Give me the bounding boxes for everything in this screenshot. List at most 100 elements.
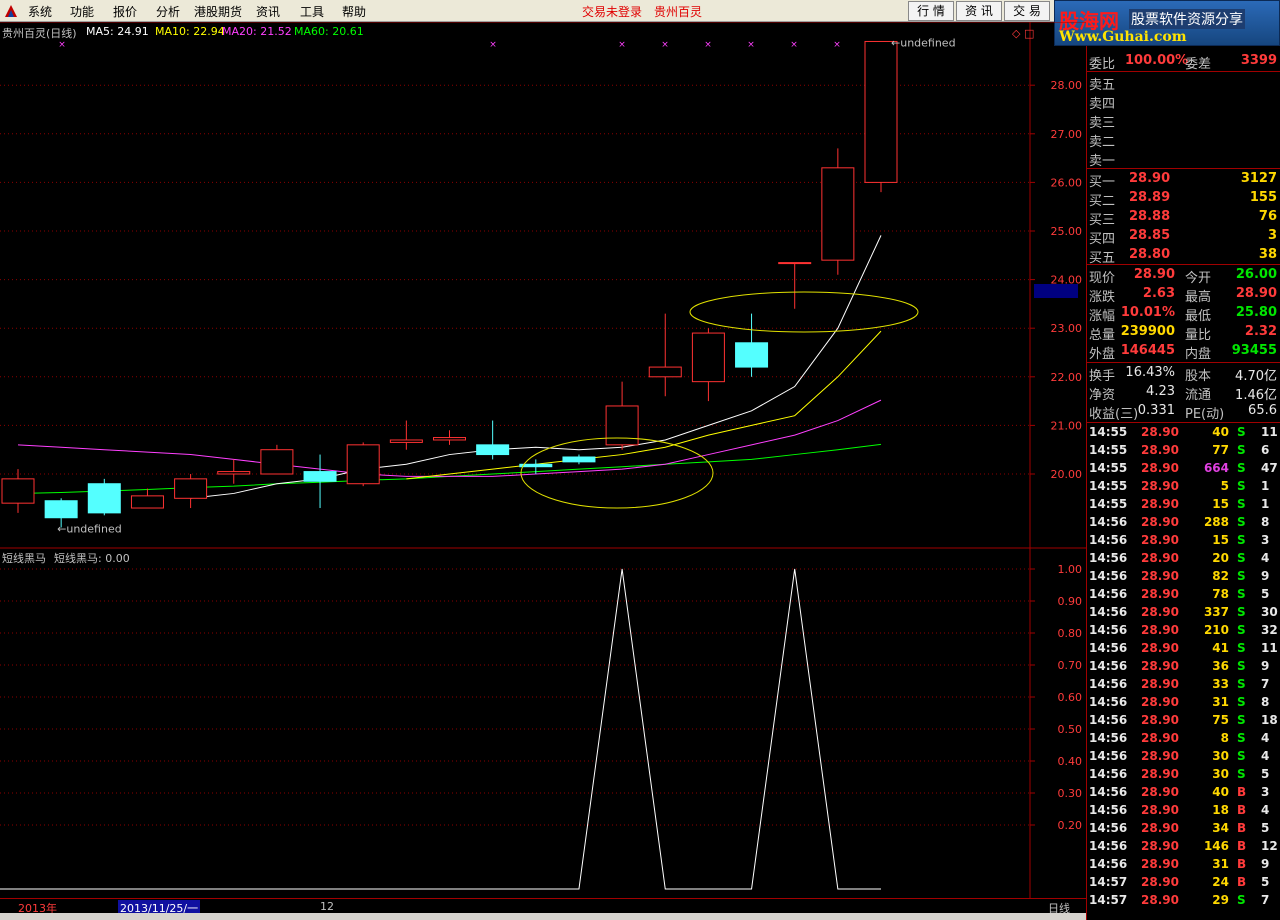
tick-side: S	[1237, 425, 1246, 439]
tick-side: S	[1237, 605, 1246, 619]
signal-marker: ×	[704, 40, 712, 50]
sell-level-label: 卖一	[1089, 154, 1116, 169]
tick-row[interactable]: 14:57 28.90 29 S 7	[1087, 892, 1280, 910]
tick-volume: 664	[1203, 461, 1229, 475]
sell-level-row: 卖一	[1087, 149, 1280, 169]
tick-time: 14:56	[1089, 821, 1128, 835]
tick-row[interactable]: 14:55 28.90 5 S 1	[1087, 478, 1280, 496]
buy-level-price: 28.80	[1129, 247, 1171, 262]
tick-row[interactable]: 14:56 28.90 41 S 11	[1087, 640, 1280, 658]
tick-row[interactable]: 14:56 28.90 146 B 12	[1087, 838, 1280, 856]
tick-price: 28.90	[1141, 821, 1179, 835]
tick-side: B	[1237, 821, 1247, 835]
menu-analysis[interactable]: 分析	[156, 3, 180, 20]
tick-row[interactable]: 14:56 28.90 31 S 8	[1087, 694, 1280, 712]
menu-quote[interactable]: 报价	[113, 3, 137, 20]
indicator-y-tick-label: 1.00	[1058, 563, 1083, 576]
main-y-tick-label: 25.00	[1051, 225, 1083, 238]
main-y-tick-label: 28.00	[1051, 79, 1083, 92]
app-logo-icon	[5, 5, 17, 17]
stat-value: 25.80	[1235, 305, 1277, 320]
tick-price: 28.90	[1141, 767, 1179, 781]
tick-row[interactable]: 14:56 28.90 36 S 9	[1087, 658, 1280, 676]
tick-row[interactable]: 14:55 28.90 40 S 11	[1087, 424, 1280, 442]
tick-count: 11	[1261, 641, 1278, 655]
buy-level-row[interactable]: 买四 28.85 3	[1087, 227, 1280, 247]
buy-level-row[interactable]: 买五 28.80 38	[1087, 246, 1280, 266]
tick-volume: 8	[1220, 731, 1229, 745]
quote-panel: 委比 100.00% 委差 3399 卖五 卖四 卖三 卖二 卖一 买一 28.90 312…	[1086, 46, 1280, 920]
menu-function[interactable]: 功能	[70, 3, 94, 20]
tick-row[interactable]: 14:56 28.90 33 S 7	[1087, 676, 1280, 694]
candle-body	[389, 439, 423, 443]
stat-label: 最高	[1185, 290, 1212, 305]
tick-side: B	[1237, 857, 1247, 871]
tick-volume: 78	[1212, 587, 1229, 601]
menu-tools[interactable]: 工具	[300, 3, 324, 20]
candle-body	[1, 478, 35, 504]
indicator-y-tick-label: 0.20	[1058, 819, 1083, 832]
indicator-value-label: 短线黑马: 0.00	[54, 552, 130, 565]
tick-price: 28.90	[1141, 425, 1179, 439]
tick-row[interactable]: 14:56 28.90 288 S 8	[1087, 514, 1280, 532]
news-button[interactable]: 资 讯	[956, 1, 1002, 21]
buy-level-volume: 3	[1267, 228, 1277, 243]
tick-price: 28.90	[1141, 749, 1179, 763]
buy-level-volume: 155	[1249, 190, 1277, 205]
tick-row[interactable]: 14:55 28.90 664 S 47	[1087, 460, 1280, 478]
menu-hk-futures[interactable]: 港股期货	[194, 3, 242, 20]
tick-side: S	[1237, 641, 1246, 655]
tick-volume: 15	[1212, 533, 1229, 547]
tick-row[interactable]: 14:56 28.90 78 S 5	[1087, 586, 1280, 604]
buy-level-label: 买四	[1089, 232, 1116, 247]
ma20-label: MA20: 21.52	[222, 25, 292, 38]
tick-count: 5	[1261, 587, 1270, 601]
tick-row[interactable]: 14:56 28.90 337 S 30	[1087, 604, 1280, 622]
tick-volume: 30	[1212, 767, 1229, 781]
buy-level-row[interactable]: 买三 28.88 76	[1087, 208, 1280, 228]
buy-level-price: 28.88	[1129, 209, 1171, 224]
candle-body	[130, 495, 164, 509]
buy-level-row[interactable]: 买二 28.89 155	[1087, 189, 1280, 209]
tick-row[interactable]: 14:56 28.90 82 S 9	[1087, 568, 1280, 586]
tick-row[interactable]: 14:56 28.90 18 B 4	[1087, 802, 1280, 820]
menu-help[interactable]: 帮助	[342, 3, 366, 20]
high-price-label: ←undefined	[891, 36, 956, 49]
login-status[interactable]: 交易未登录	[582, 3, 642, 20]
market-button[interactable]: 行 情	[908, 1, 954, 21]
tick-row[interactable]: 14:56 28.90 15 S 3	[1087, 532, 1280, 550]
chart-area[interactable]: 28.00 27.00 26.00 25.00 24.00 23.00 22.00 21.00…	[0, 22, 1086, 898]
kline-chart[interactable]: 28.0027.0026.0025.0024.0023.0022.0021.00…	[0, 22, 1086, 898]
tick-row[interactable]: 14:57 28.90 24 B 5	[1087, 874, 1280, 892]
tick-price: 28.90	[1141, 839, 1179, 853]
tick-row[interactable]: 14:56 28.90 31 B 9	[1087, 856, 1280, 874]
tick-row[interactable]: 14:56 28.90 30 S 5	[1087, 766, 1280, 784]
stock-name-label: 贵州百灵	[654, 5, 703, 19]
tick-time: 14:56	[1089, 731, 1128, 745]
tick-time: 14:55	[1089, 425, 1128, 439]
tick-row[interactable]: 14:56 28.90 75 S 18	[1087, 712, 1280, 730]
main-y-tick-label: 27.00	[1051, 128, 1083, 141]
ad-banner[interactable]: 股海网 股票软件资源分享 Www.Guhai.com	[1054, 0, 1280, 46]
tick-row[interactable]: 14:56 28.90 34 B 5	[1087, 820, 1280, 838]
tick-row[interactable]: 14:56 28.90 8 S 4	[1087, 730, 1280, 748]
indicator-tabs-strip[interactable]	[0, 913, 1086, 920]
tick-row[interactable]: 14:55 28.90 77 S 6	[1087, 442, 1280, 460]
tick-row[interactable]: 14:56 28.90 40 B 3	[1087, 784, 1280, 802]
crosshair-price-box	[1034, 284, 1078, 298]
menu-news[interactable]: 资讯	[256, 3, 280, 20]
tick-price: 28.90	[1141, 461, 1179, 475]
tick-volume: 82	[1212, 569, 1229, 583]
candle-body	[735, 342, 769, 368]
tick-row[interactable]: 14:56 28.90 20 S 4	[1087, 550, 1280, 568]
tick-time: 14:56	[1089, 695, 1128, 709]
menu-system[interactable]: 系统	[28, 3, 52, 20]
tick-row[interactable]: 14:55 28.90 15 S 1	[1087, 496, 1280, 514]
trade-button[interactable]: 交 易	[1004, 1, 1050, 21]
buy-level-row[interactable]: 买一 28.90 3127	[1087, 170, 1280, 190]
tick-row[interactable]: 14:56 28.90 210 S 32	[1087, 622, 1280, 640]
tick-side: S	[1237, 767, 1246, 781]
tick-row[interactable]: 14:56 28.90 30 S 4	[1087, 748, 1280, 766]
low-price-label: ←undefined	[57, 522, 122, 535]
tick-side: S	[1237, 893, 1246, 907]
